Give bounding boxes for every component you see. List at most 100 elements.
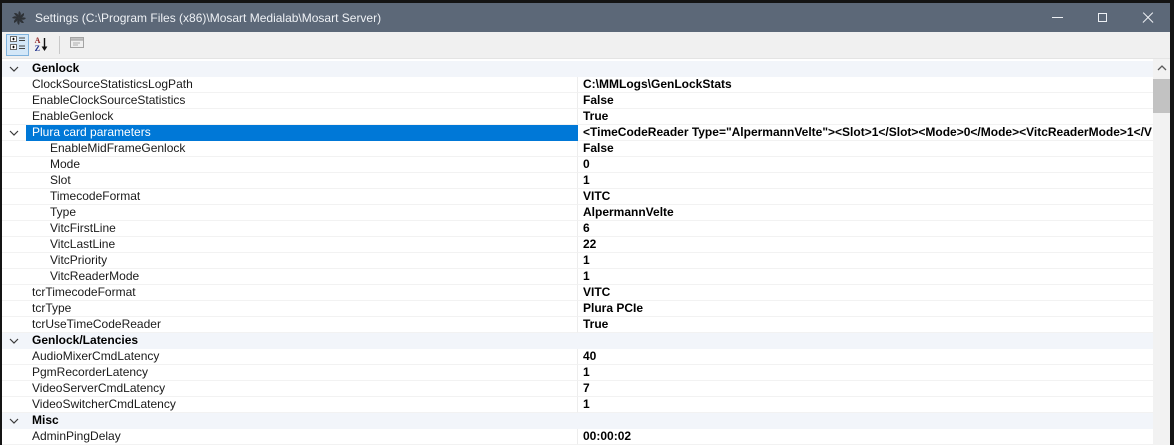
property-name: TimecodeFormat — [26, 189, 578, 205]
row-expand-margin — [2, 429, 26, 445]
property-pages-button[interactable] — [65, 34, 88, 56]
categorized-view-button[interactable] — [6, 34, 29, 56]
maximize-icon — [1098, 13, 1107, 22]
row-expand-margin — [2, 397, 26, 413]
row-expand-margin — [2, 221, 26, 237]
property-row[interactable]: tcrUseTimeCodeReaderTrue — [2, 317, 1153, 333]
scroll-up-button[interactable] — [1153, 59, 1170, 75]
property-value[interactable]: VITC — [578, 189, 1153, 205]
property-value[interactable]: 6 — [578, 221, 1153, 237]
property-row[interactable]: AdminPingDelay00:00:02 — [2, 429, 1153, 445]
property-row[interactable]: Plura card parameters<TimeCodeReader Typ… — [2, 125, 1153, 141]
property-row[interactable]: VideoServerCmdLatency7 — [2, 381, 1153, 397]
property-value[interactable]: 1 — [578, 397, 1153, 413]
property-row[interactable]: AudioMixerCmdLatency40 — [2, 349, 1153, 365]
window-controls — [1035, 3, 1170, 32]
row-expand-margin — [2, 189, 26, 205]
property-name: tcrTimecodeFormat — [26, 285, 578, 301]
row-expand-margin — [2, 141, 26, 157]
property-row[interactable]: tcrTimecodeFormatVITC — [2, 285, 1153, 301]
chevron-up-icon — [1157, 58, 1167, 76]
category-label: Genlock — [26, 61, 1153, 77]
property-row[interactable]: PgmRecorderLatency1 — [2, 365, 1153, 381]
category-row[interactable]: Misc — [2, 413, 1153, 429]
property-value[interactable]: Plura PCIe — [578, 301, 1153, 317]
property-value[interactable]: 0 — [578, 157, 1153, 173]
vertical-scrollbar[interactable] — [1153, 59, 1170, 445]
property-row[interactable]: EnableClockSourceStatisticsFalse — [2, 93, 1153, 109]
property-grid: GenlockClockSourceStatisticsLogPathC:\MM… — [2, 58, 1170, 445]
property-value[interactable]: 22 — [578, 237, 1153, 253]
property-name: EnableMidFrameGenlock — [26, 141, 578, 157]
property-value[interactable]: True — [578, 109, 1153, 125]
property-row[interactable]: EnableMidFrameGenlockFalse — [2, 141, 1153, 157]
property-row[interactable]: Mode0 — [2, 157, 1153, 173]
property-value[interactable]: False — [578, 93, 1153, 109]
row-expand-margin — [2, 173, 26, 189]
property-row[interactable]: VitcReaderMode1 — [2, 269, 1153, 285]
property-value[interactable]: 00:00:02 — [578, 429, 1153, 445]
property-name: Plura card parameters — [26, 125, 578, 141]
property-name: EnableGenlock — [26, 109, 578, 125]
property-row[interactable]: VitcFirstLine6 — [2, 221, 1153, 237]
row-expand-margin — [2, 237, 26, 253]
property-value[interactable]: False — [578, 141, 1153, 157]
property-name: Slot — [26, 173, 578, 189]
maximize-button[interactable] — [1080, 3, 1125, 32]
property-row[interactable]: EnableGenlockTrue — [2, 109, 1153, 125]
expander-chevron-down-icon[interactable] — [2, 61, 26, 77]
property-value[interactable]: C:\MMLogs\GenLockStats — [578, 77, 1153, 93]
property-name: tcrUseTimeCodeReader — [26, 317, 578, 333]
property-row[interactable]: VitcPriority1 — [2, 253, 1153, 269]
category-row[interactable]: Genlock/Latencies — [2, 333, 1153, 349]
property-name: VitcPriority — [26, 253, 578, 269]
a-z-sort-icon: A Z — [35, 37, 49, 53]
row-expand-margin — [2, 77, 26, 93]
property-value[interactable]: 1 — [578, 365, 1153, 381]
property-row[interactable]: tcrTypePlura PCIe — [2, 301, 1153, 317]
property-value[interactable]: 1 — [578, 173, 1153, 189]
row-expand-margin — [2, 365, 26, 381]
row-expand-margin — [2, 269, 26, 285]
property-value[interactable]: 40 — [578, 349, 1153, 365]
property-row[interactable]: TimecodeFormatVITC — [2, 189, 1153, 205]
settings-window: Settings (C:\Program Files (x86)\Mosart … — [2, 3, 1170, 445]
property-row[interactable]: TypeAlpermannVelte — [2, 205, 1153, 221]
minimize-button[interactable] — [1035, 3, 1080, 32]
category-row[interactable]: Genlock — [2, 61, 1153, 77]
property-value[interactable]: 1 — [578, 269, 1153, 285]
property-name: Type — [26, 205, 578, 221]
property-value[interactable]: VITC — [578, 285, 1153, 301]
category-label: Genlock/Latencies — [26, 333, 1153, 349]
property-value[interactable]: True — [578, 317, 1153, 333]
row-expand-margin — [2, 253, 26, 269]
title-bar: Settings (C:\Program Files (x86)\Mosart … — [2, 3, 1170, 32]
alphabetical-sort-button[interactable]: A Z — [30, 34, 53, 56]
toolbar-separator — [59, 36, 60, 54]
category-label: Misc — [26, 413, 1153, 429]
window-title: Settings (C:\Program Files (x86)\Mosart … — [35, 11, 381, 25]
property-pages-icon — [69, 36, 85, 55]
expander-chevron-down-icon[interactable] — [2, 333, 26, 349]
close-button[interactable] — [1125, 3, 1170, 32]
property-name: VitcReaderMode — [26, 269, 578, 285]
property-name: PgmRecorderLatency — [26, 365, 578, 381]
property-value[interactable]: <TimeCodeReader Type="AlpermannVelte"><S… — [578, 125, 1153, 141]
property-name: ClockSourceStatisticsLogPath — [26, 77, 578, 93]
property-row[interactable]: VitcLastLine22 — [2, 237, 1153, 253]
property-name: VitcLastLine — [26, 237, 578, 253]
expander-chevron-down-icon[interactable] — [2, 413, 26, 429]
property-name: tcrType — [26, 301, 578, 317]
property-value[interactable]: 1 — [578, 253, 1153, 269]
row-expand-margin — [2, 157, 26, 173]
property-value[interactable]: 7 — [578, 381, 1153, 397]
property-row[interactable]: Slot1 — [2, 173, 1153, 189]
scrollbar-thumb[interactable] — [1153, 79, 1170, 113]
close-icon — [1142, 12, 1154, 24]
property-row[interactable]: ClockSourceStatisticsLogPathC:\MMLogs\Ge… — [2, 77, 1153, 93]
desktop-background: Settings (C:\Program Files (x86)\Mosart … — [0, 0, 1174, 445]
property-row[interactable]: VideoSwitcherCmdLatency1 — [2, 397, 1153, 413]
property-value[interactable]: AlpermannVelte — [578, 205, 1153, 221]
row-expand-margin — [2, 381, 26, 397]
expander-chevron-down-icon[interactable] — [2, 125, 26, 141]
